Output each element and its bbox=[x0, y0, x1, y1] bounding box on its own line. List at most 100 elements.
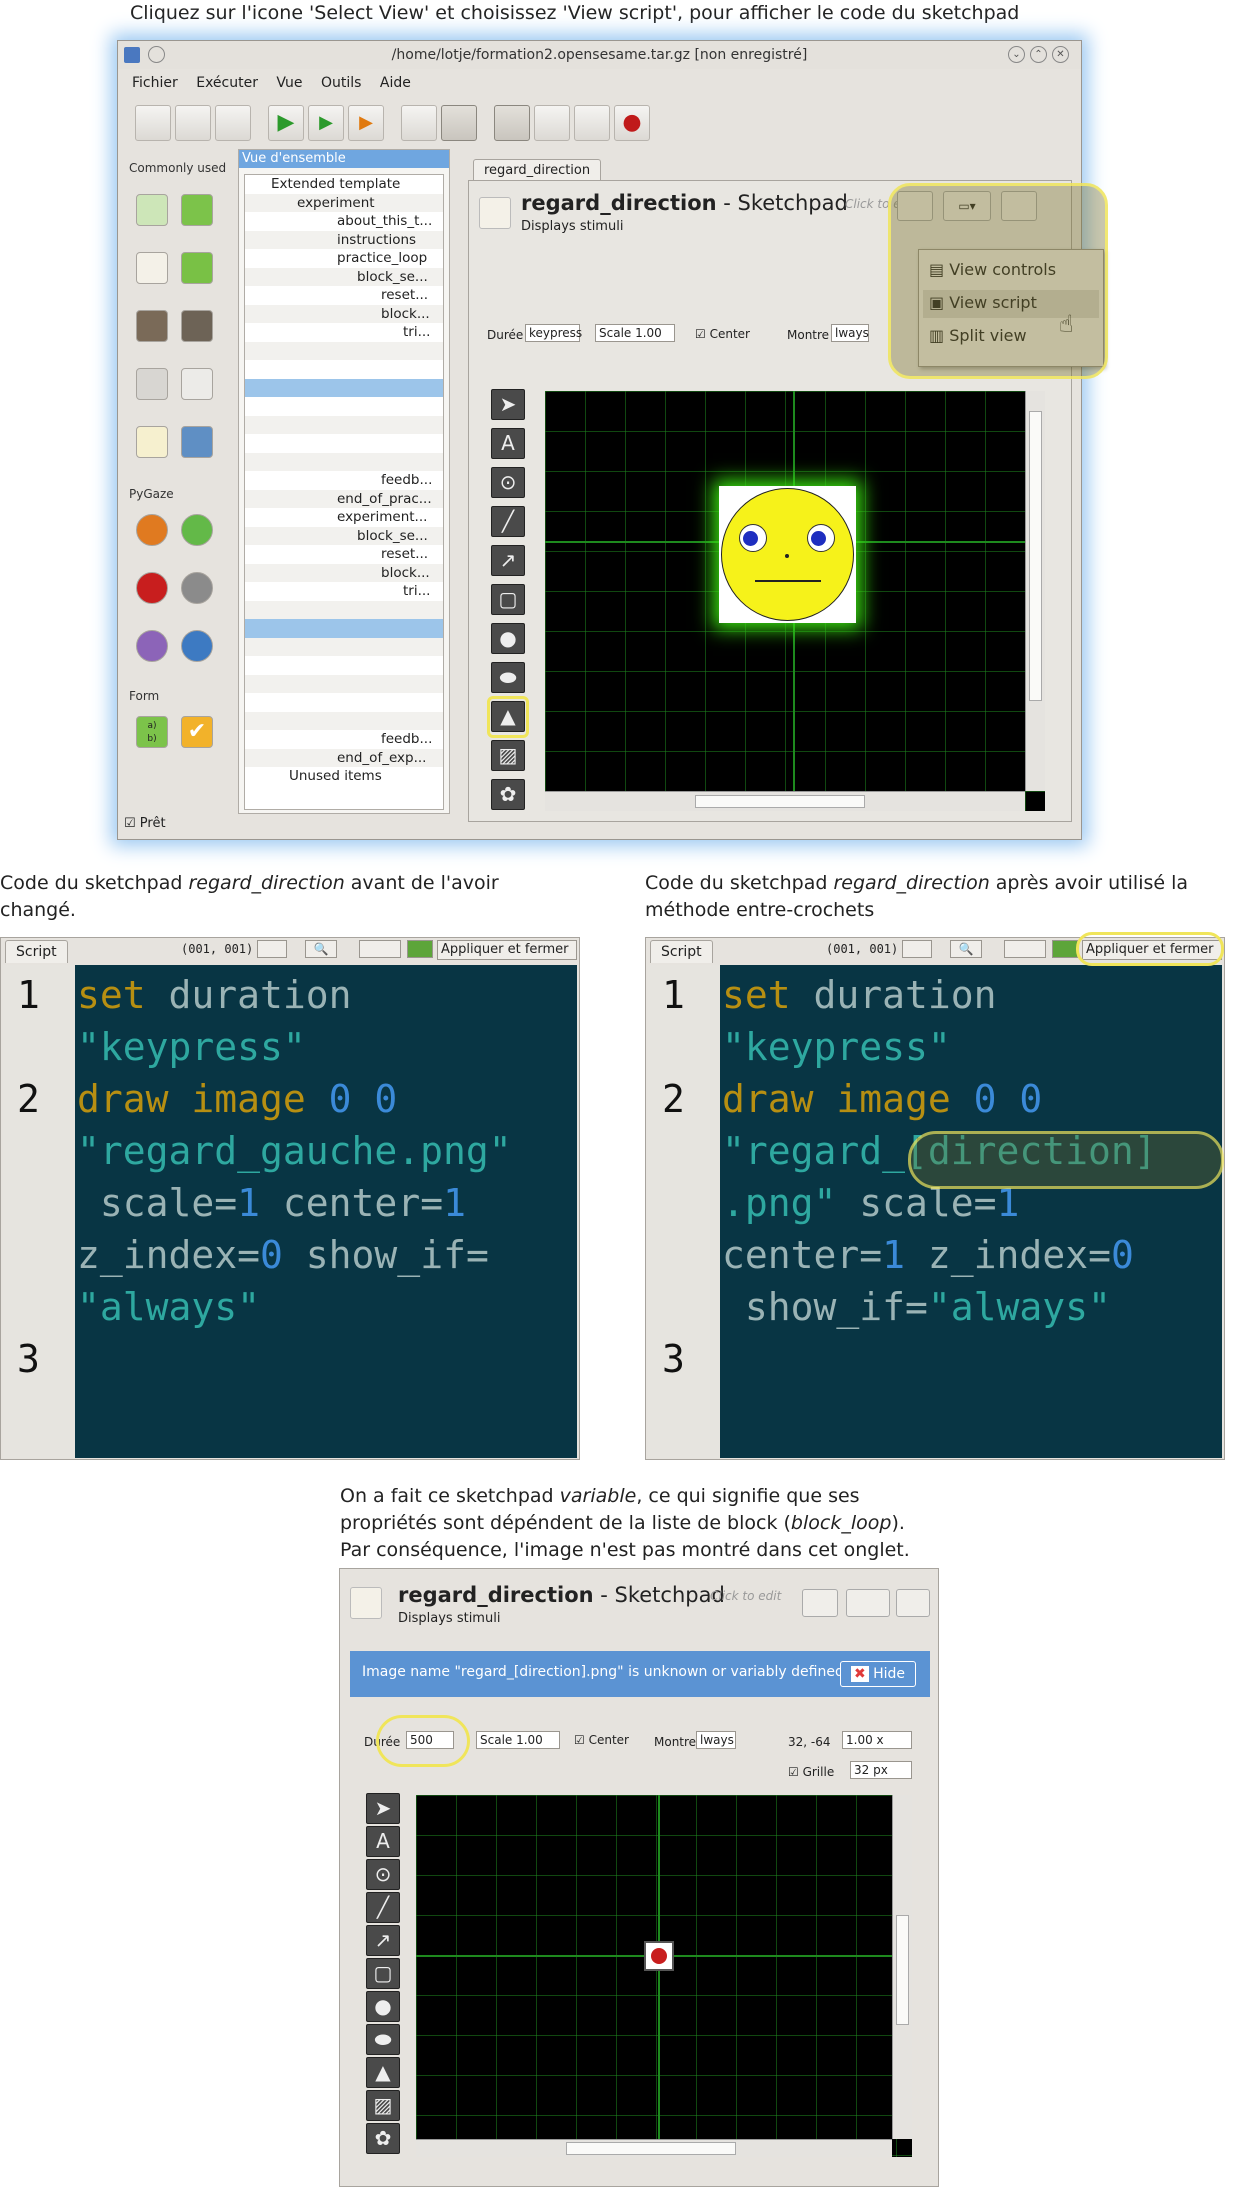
form-multiple-choice-icon[interactable]: a) b) bbox=[136, 716, 168, 748]
pygaze-init-icon[interactable] bbox=[136, 514, 168, 546]
noise-tool-icon[interactable]: ✿ bbox=[366, 2123, 400, 2154]
logger-icon[interactable] bbox=[181, 252, 213, 284]
menu-aide[interactable]: Aide bbox=[380, 75, 411, 91]
tree-item[interactable]: block... bbox=[245, 563, 443, 582]
select-view-button[interactable] bbox=[846, 1589, 890, 1617]
search-icon[interactable]: 🔍 bbox=[950, 940, 982, 958]
scale-spinbox[interactable]: Scale 1.00 bbox=[476, 1731, 560, 1749]
center-checkbox[interactable]: ☑ Center bbox=[574, 1733, 629, 1747]
pygaze-log-icon[interactable] bbox=[136, 630, 168, 662]
variable-inspector-icon[interactable] bbox=[574, 105, 610, 141]
tree-item[interactable]: instructions bbox=[245, 230, 443, 249]
tree-item[interactable] bbox=[245, 452, 443, 471]
tree-item[interactable]: Extended template bbox=[245, 175, 443, 194]
file-pool-icon[interactable] bbox=[534, 105, 570, 141]
tree-item[interactable] bbox=[245, 600, 443, 619]
search-icon[interactable]: 🔍 bbox=[305, 940, 337, 958]
open-icon[interactable] bbox=[175, 105, 211, 141]
fullscreen-icon[interactable] bbox=[441, 105, 477, 141]
gabor-tool-icon[interactable]: ▨ bbox=[366, 2090, 400, 2121]
new-icon[interactable] bbox=[135, 105, 171, 141]
pin-icon[interactable] bbox=[148, 46, 165, 63]
sketchpad-icon[interactable] bbox=[136, 252, 168, 284]
indent-icon[interactable] bbox=[902, 940, 932, 958]
scale-spinbox[interactable]: Scale 1.00 bbox=[595, 324, 675, 342]
script-code-before[interactable]: set duration "keypress" draw image 0 0 "… bbox=[75, 965, 577, 1458]
tree-item[interactable]: tri... bbox=[245, 582, 443, 601]
run-window-icon[interactable]: ▶ bbox=[308, 105, 344, 141]
synth-icon[interactable] bbox=[181, 310, 213, 342]
sketchpad-name[interactable]: regard_direction bbox=[521, 191, 717, 215]
help-icon[interactable] bbox=[896, 1589, 930, 1617]
show-if-input[interactable]: lways bbox=[831, 324, 869, 342]
duration-input[interactable]: keypress bbox=[525, 324, 582, 342]
horizontal-scrollbar[interactable] bbox=[545, 791, 1025, 811]
tree-item[interactable]: block_se... bbox=[245, 526, 443, 545]
tree-item[interactable]: tri... bbox=[245, 323, 443, 342]
tree-item[interactable] bbox=[245, 711, 443, 730]
sampler-icon[interactable] bbox=[136, 310, 168, 342]
center-checkbox[interactable]: ☑ Center bbox=[695, 327, 750, 341]
circle-tool-icon[interactable]: ● bbox=[366, 1991, 400, 2022]
script-code-after[interactable]: set duration "keypress" draw image 0 0 "… bbox=[720, 965, 1222, 1458]
tree-item[interactable] bbox=[245, 341, 443, 360]
show-if-input[interactable]: lways bbox=[696, 1731, 736, 1749]
form-text-input-icon[interactable]: ✔ bbox=[181, 716, 213, 748]
tree-item[interactable] bbox=[245, 674, 443, 693]
debug-icon[interactable]: ● bbox=[614, 105, 650, 141]
apply-icon[interactable] bbox=[1052, 940, 1078, 958]
python-icon[interactable] bbox=[181, 426, 213, 458]
tree-item[interactable]: end_of_prac... bbox=[245, 489, 443, 508]
pygaze-wait-icon[interactable] bbox=[181, 572, 213, 604]
menu-outils[interactable]: Outils bbox=[321, 75, 361, 91]
apply-and-close-button[interactable]: Appliquer et fermer bbox=[437, 940, 577, 960]
apply-icon[interactable] bbox=[407, 940, 433, 958]
click-to-edit[interactable]: Click to edit bbox=[710, 1589, 781, 1603]
tree-item[interactable] bbox=[245, 360, 443, 379]
keyboard-icon[interactable] bbox=[136, 368, 168, 400]
horizontal-scrollbar[interactable] bbox=[416, 2139, 892, 2157]
controls-icon[interactable] bbox=[802, 1589, 838, 1617]
menu-fichier[interactable]: Fichier bbox=[132, 75, 178, 91]
tree-item[interactable] bbox=[245, 397, 443, 416]
ellipse-tool-icon[interactable]: ⬬ bbox=[491, 662, 525, 693]
tree-item[interactable] bbox=[245, 693, 443, 712]
missing-image-icon[interactable] bbox=[644, 1941, 674, 1971]
tree-item-selected[interactable] bbox=[245, 378, 443, 397]
rect-tool-icon[interactable]: ▢ bbox=[491, 584, 525, 615]
gabor-tool-icon[interactable]: ▨ bbox=[491, 740, 525, 771]
spellcheck-icon[interactable] bbox=[359, 940, 401, 958]
close-icon[interactable]: ✕ bbox=[1052, 46, 1069, 63]
zoom-spinbox[interactable]: 1.00 x bbox=[842, 1731, 912, 1749]
fixdot-tool-icon[interactable]: ⊙ bbox=[491, 467, 525, 498]
vertical-scrollbar[interactable] bbox=[892, 1795, 912, 2139]
run-icon[interactable]: ▶ bbox=[268, 105, 304, 141]
arrow-line-tool-icon[interactable]: ↗ bbox=[491, 545, 525, 576]
grid-checkbox[interactable]: ☑ Grille bbox=[788, 1765, 834, 1779]
sketchpad-name[interactable]: regard_direction bbox=[398, 1583, 594, 1607]
tree-item[interactable]: about_this_t... bbox=[245, 212, 443, 231]
tree-item[interactable]: feedb... bbox=[245, 471, 443, 490]
menu-executer[interactable]: Exécuter bbox=[196, 75, 258, 91]
overview-toggle-icon[interactable] bbox=[494, 105, 530, 141]
text-tool-icon[interactable]: A bbox=[491, 428, 525, 459]
pygaze-start-icon[interactable] bbox=[181, 514, 213, 546]
tree-item[interactable]: experiment... bbox=[245, 508, 443, 527]
quick-run-icon[interactable]: ▶ bbox=[348, 105, 384, 141]
circle-tool-icon[interactable]: ● bbox=[491, 623, 525, 654]
line-tool-icon[interactable]: ╱ bbox=[366, 1892, 400, 1923]
arrow-tool-icon[interactable]: ➤ bbox=[366, 1793, 400, 1824]
indent-icon[interactable] bbox=[257, 940, 287, 958]
hide-button[interactable]: ✖ Hide bbox=[840, 1661, 916, 1687]
hscroll-thumb[interactable] bbox=[695, 795, 865, 808]
tree-item[interactable]: block... bbox=[245, 304, 443, 323]
maximize-icon[interactable]: ⌃ bbox=[1030, 46, 1047, 63]
tree-item[interactable]: block_se... bbox=[245, 267, 443, 286]
menu-vue[interactable]: Vue bbox=[276, 75, 302, 91]
notepad-icon[interactable] bbox=[136, 426, 168, 458]
sketchpad-description[interactable]: Displays stimuli bbox=[521, 219, 623, 234]
pygaze-drift-icon[interactable] bbox=[181, 630, 213, 662]
save-icon[interactable] bbox=[215, 105, 251, 141]
sketchpad-description[interactable]: Displays stimuli bbox=[398, 1611, 500, 1626]
spellcheck-icon[interactable] bbox=[1004, 940, 1046, 958]
